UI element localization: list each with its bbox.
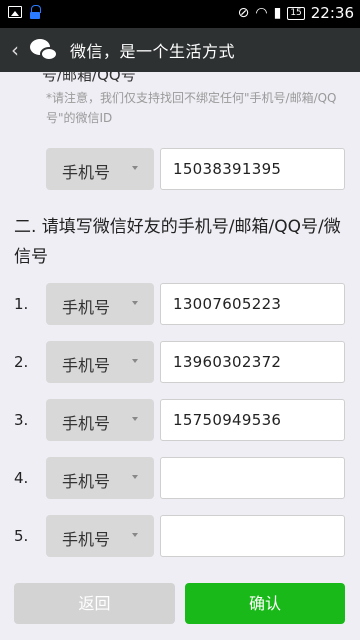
friend-row-3: 3. 手机号 15750949536 xyxy=(0,399,360,441)
section1-heading-partial: 号/邮箱/QQ号 xyxy=(42,72,136,84)
battery-icon: 15 xyxy=(287,6,305,20)
wifi-icon: ◠ xyxy=(255,5,268,21)
type-select[interactable]: 手机号 xyxy=(46,457,154,499)
friend-row-1: 1. 手机号 13007605223 xyxy=(0,283,360,325)
status-bar: ⊘ ◠ ▮ 15 22:36 xyxy=(0,0,360,28)
type-select-label: 手机号 xyxy=(62,298,111,317)
row-number: 4. xyxy=(14,469,29,487)
type-select[interactable]: 手机号 xyxy=(46,283,154,325)
section1-note: *请注意，我们仅支持找回不绑定任何"手机号/邮箱/QQ号"的微信ID xyxy=(46,91,337,125)
type-select[interactable]: 手机号 xyxy=(46,341,154,383)
row-number: 1. xyxy=(14,295,29,313)
type-select-label: 手机号 xyxy=(62,356,111,375)
friend-row-4: 4. 手机号 xyxy=(0,457,360,499)
clock: 22:36 xyxy=(310,4,354,22)
signal-icon: ▮ xyxy=(273,5,282,21)
back-chevron-icon[interactable]: ‹ xyxy=(4,38,26,62)
type-select[interactable]: 手机号 xyxy=(46,148,154,190)
input-value: 13960302372 xyxy=(173,353,282,371)
vibrate-icon: ⊘ xyxy=(237,5,250,21)
row-number: 2. xyxy=(14,353,29,371)
dropdown-caret-icon xyxy=(132,359,138,363)
lock-icon xyxy=(30,5,41,19)
image-notification-icon xyxy=(8,6,22,18)
title-bar: ‹ 微信，是一个生活方式 xyxy=(0,28,360,72)
phone-input[interactable]: 15038391395 xyxy=(160,148,345,190)
row-number: 3. xyxy=(14,411,29,429)
type-select-label: 手机号 xyxy=(62,530,111,549)
confirm-button[interactable]: 确认 xyxy=(185,583,345,624)
main-content[interactable]: 号/邮箱/QQ号 *请注意，我们仅支持找回不绑定任何"手机号/邮箱/QQ号"的微… xyxy=(0,72,360,640)
type-select-label: 手机号 xyxy=(62,414,111,433)
section1-phone-row: 手机号 15038391395 xyxy=(0,148,360,190)
friend-row-2: 2. 手机号 13960302372 xyxy=(0,341,360,383)
input-value: 15750949536 xyxy=(173,411,282,429)
dropdown-caret-icon xyxy=(132,533,138,537)
dropdown-caret-icon xyxy=(132,301,138,305)
type-select-label: 手机号 xyxy=(62,163,111,182)
wechat-logo-icon xyxy=(28,35,60,65)
back-button[interactable]: 返回 xyxy=(14,583,175,624)
friend-row-5: 5. 手机号 xyxy=(0,515,360,557)
page-title: 微信，是一个生活方式 xyxy=(70,42,236,61)
type-select[interactable]: 手机号 xyxy=(46,515,154,557)
phone-input-value: 15038391395 xyxy=(173,160,282,178)
friend-contact-input[interactable]: 13960302372 xyxy=(160,341,345,383)
dropdown-caret-icon xyxy=(132,166,138,170)
row-number: 5. xyxy=(14,527,29,545)
friend-contact-input[interactable]: 15750949536 xyxy=(160,399,345,441)
friend-contact-input[interactable]: 13007605223 xyxy=(160,283,345,325)
friend-contact-input[interactable] xyxy=(160,515,345,557)
dropdown-caret-icon xyxy=(132,475,138,479)
section2-heading: 二. 请填写微信好友的手机号/邮箱/QQ号/微信号 xyxy=(14,217,341,267)
type-select[interactable]: 手机号 xyxy=(46,399,154,441)
type-select-label: 手机号 xyxy=(62,472,111,491)
friend-contact-input[interactable] xyxy=(160,457,345,499)
input-value: 13007605223 xyxy=(173,295,282,313)
dropdown-caret-icon xyxy=(132,417,138,421)
